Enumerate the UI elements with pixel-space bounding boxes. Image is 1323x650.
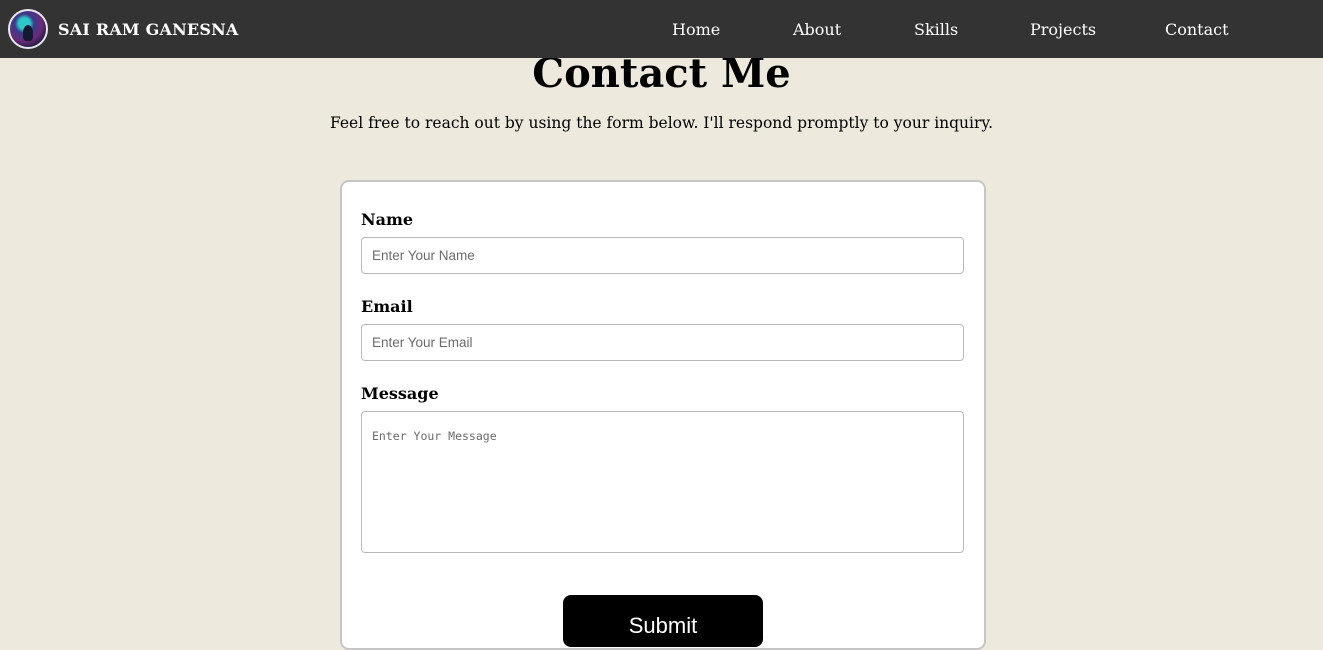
contact-form: Name Email Message Submit: [340, 180, 986, 650]
nav-links: Home About Skills Projects Contact: [0, 0, 1323, 58]
nav-link-about[interactable]: About: [793, 20, 841, 39]
nav-link-contact[interactable]: Contact: [1165, 20, 1229, 39]
email-label: Email: [361, 297, 413, 316]
nav-link-skills[interactable]: Skills: [914, 20, 958, 39]
name-label: Name: [361, 210, 414, 229]
top-navbar: SAI RAM GANESNA Home About Skills Projec…: [0, 0, 1323, 58]
message-label: Message: [361, 384, 439, 403]
nav-link-projects[interactable]: Projects: [1030, 20, 1096, 39]
intro-text: Feel free to reach out by using the form…: [329, 114, 994, 132]
message-textarea[interactable]: [361, 411, 964, 553]
nav-link-home[interactable]: Home: [672, 20, 720, 39]
email-input[interactable]: [361, 324, 964, 361]
name-input[interactable]: [361, 237, 964, 274]
submit-button[interactable]: Submit: [563, 595, 763, 647]
